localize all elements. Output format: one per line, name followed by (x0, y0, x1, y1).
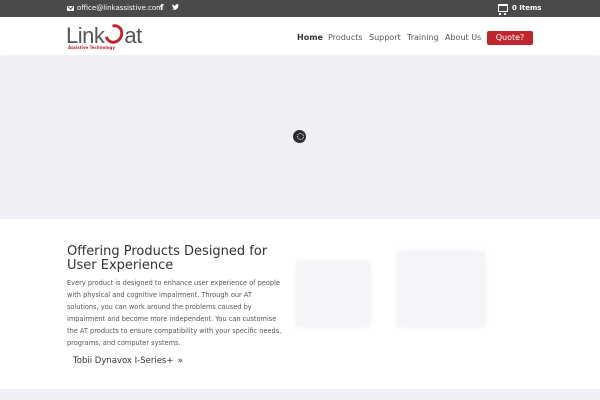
nav-products[interactable]: Products (328, 33, 363, 42)
cart-count: 0 Items (512, 4, 542, 12)
cart-link[interactable]: 0 Items (498, 4, 542, 15)
envelope-icon (67, 5, 74, 11)
nav-support[interactable]: Support (369, 33, 401, 42)
section-heading: Offering Products Designed for User Expe… (67, 244, 268, 273)
logo-tagline: Assistive Technology (68, 45, 115, 50)
nav-about-us[interactable]: About Us (445, 33, 481, 42)
nav-training[interactable]: Training (407, 33, 439, 42)
product-image-placeholder (296, 261, 370, 327)
product-link[interactable]: Tobii Dynavox I-Series+» (73, 356, 183, 366)
product-link-label: Tobii Dynavox I-Series+ (73, 356, 174, 366)
double-chevron-right-icon: » (177, 356, 183, 366)
email-text: office@linkassistive.com (77, 4, 163, 12)
logo-suffix: at (124, 23, 142, 48)
logo[interactable]: Link at Assistive Technology (66, 20, 142, 50)
product-image-placeholder (397, 251, 485, 327)
twitter-icon[interactable] (172, 3, 179, 12)
footer-band (0, 389, 600, 400)
section-paragraph: Every product is designed to enhance use… (67, 279, 282, 347)
quote-button[interactable]: Quote? (487, 31, 533, 45)
top-bar: office@linkassistive.com f 0 Items (0, 0, 600, 17)
loading-spinner-icon (293, 130, 306, 143)
facebook-icon[interactable]: f (160, 3, 163, 12)
nav-home[interactable]: Home (297, 33, 323, 42)
email-link[interactable]: office@linkassistive.com (67, 4, 163, 12)
cart-icon (498, 4, 508, 15)
site-header: Link at Assistive Technology Home Product… (0, 17, 600, 55)
